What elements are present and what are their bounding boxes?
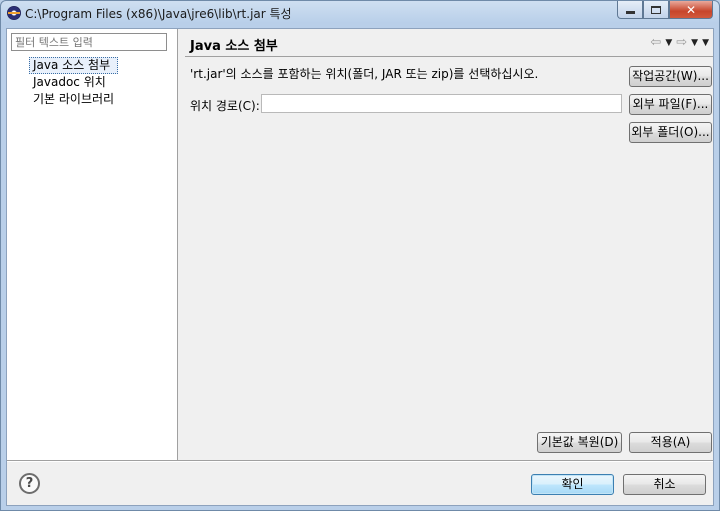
- sidebar: Java 소스 첨부 Javadoc 위치 기본 라이브러리: [7, 29, 178, 460]
- window-title: C:\Program Files (x86)\Java\jre6\lib\rt.…: [25, 7, 292, 21]
- back-arrow-icon[interactable]: ⇦: [650, 35, 661, 50]
- eclipse-icon[interactable]: [7, 6, 21, 20]
- tree-item-java-source[interactable]: Java 소스 첨부: [29, 57, 119, 74]
- page-tree: Java 소스 첨부 Javadoc 위치 기본 라이브러리: [29, 57, 119, 108]
- maximize-button[interactable]: [643, 1, 669, 19]
- forward-arrow-icon[interactable]: ⇨: [676, 35, 687, 50]
- filter-input[interactable]: [11, 33, 167, 51]
- dialog-client-area: Java 소스 첨부 Javadoc 위치 기본 라이브러리 Java 소스 첨…: [6, 28, 714, 506]
- properties-dialog: C:\Program Files (x86)\Java\jre6\lib\rt.…: [0, 0, 720, 511]
- menu-down-icon[interactable]: ▼: [702, 38, 709, 48]
- header-separator: [185, 56, 713, 57]
- external-folder-button[interactable]: 외부 폴더(O)...: [629, 122, 712, 143]
- chevron-down-icon[interactable]: ▼: [691, 38, 698, 48]
- minimize-icon: [625, 10, 635, 14]
- chevron-down-icon[interactable]: ▼: [665, 38, 672, 48]
- description-text: 'rt.jar'의 소스를 포함하는 위치(폴더, JAR 또는 zip)를 선…: [190, 67, 539, 81]
- tree-item-native-library[interactable]: 기본 라이브러리: [29, 91, 118, 108]
- footer-separator-highlight: [7, 461, 713, 462]
- apply-button[interactable]: 적용(A): [629, 432, 712, 453]
- ok-button[interactable]: 확인: [531, 474, 614, 495]
- location-path-input[interactable]: [261, 94, 622, 113]
- caption-buttons: ✕: [617, 1, 713, 19]
- tree-item-javadoc[interactable]: Javadoc 위치: [29, 74, 118, 91]
- page-title: Java 소스 첨부: [190, 39, 278, 54]
- workspace-button[interactable]: 작업공간(W)...: [629, 66, 712, 87]
- external-file-button[interactable]: 외부 파일(F)...: [629, 94, 712, 115]
- title-bar[interactable]: C:\Program Files (x86)\Java\jre6\lib\rt.…: [1, 1, 719, 25]
- help-icon[interactable]: ?: [19, 473, 40, 494]
- close-icon: ✕: [685, 2, 697, 17]
- cancel-button[interactable]: 취소: [623, 474, 706, 495]
- page-content: Java 소스 첨부 ⇦ ▼ ⇨ ▼ ▼ 'rt.jar'의 소스를 포함하는 …: [179, 29, 713, 460]
- maximize-icon: [651, 5, 661, 14]
- minimize-button[interactable]: [617, 1, 643, 19]
- restore-defaults-button[interactable]: 기본값 복원(D): [537, 432, 622, 453]
- path-label: 위치 경로(C):: [190, 99, 260, 113]
- close-button[interactable]: ✕: [669, 1, 713, 19]
- page-navigation: ⇦ ▼ ⇨ ▼ ▼: [650, 35, 709, 50]
